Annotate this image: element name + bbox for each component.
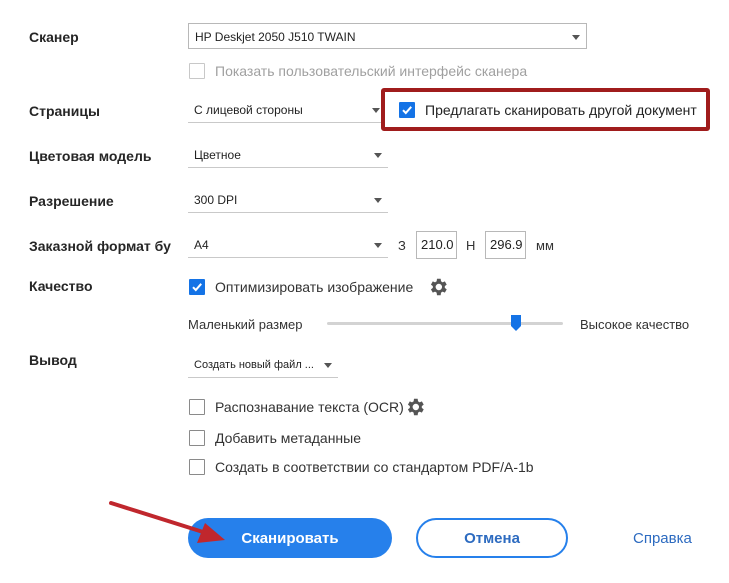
pages-select[interactable]: С лицевой стороны (188, 97, 383, 123)
quality-slider-thumb[interactable] (510, 315, 521, 331)
quality-slider-track[interactable] (327, 322, 563, 325)
prompt-another-document-label: Предлагать сканировать другой документ (425, 102, 697, 118)
metadata-label: Добавить метаданные (215, 430, 362, 446)
prompt-another-document-checkbox[interactable] (399, 102, 415, 118)
width-prefix: З (398, 238, 406, 253)
output-label: Вывод (29, 352, 77, 368)
scanner-label: Сканер (29, 29, 79, 45)
ocr-label: Распознавание текста (OCR) (215, 399, 404, 415)
chevron-down-icon (374, 153, 382, 158)
help-link[interactable]: Справка (633, 530, 692, 547)
annotation-arrow-icon (109, 501, 225, 543)
scanner-select[interactable]: HP Deskjet 2050 J510 TWAIN (188, 23, 587, 49)
show-scanner-ui-label: Показать пользовательский интерфейс скан… (215, 63, 528, 79)
optimize-image-label: Оптимизировать изображение (215, 279, 414, 295)
scanner-value: HP Deskjet 2050 J510 TWAIN (195, 30, 356, 44)
optimize-image-checkbox[interactable] (189, 279, 205, 295)
pdfa-label: Создать в соответствии со стандартом PDF… (215, 459, 534, 475)
checkmark-icon (402, 106, 412, 115)
resolution-label: Разрешение (29, 193, 114, 209)
gear-icon[interactable] (404, 396, 426, 418)
color-model-label: Цветовая модель (29, 148, 152, 164)
color-model-value: Цветное (194, 148, 241, 162)
chevron-down-icon (572, 35, 580, 40)
custom-size-value: A4 (194, 238, 209, 252)
ocr-checkbox[interactable] (189, 399, 205, 415)
chevron-down-icon (374, 243, 382, 248)
resolution-value: 300 DPI (194, 193, 238, 207)
height-input[interactable]: 296.9 (485, 231, 526, 259)
cancel-button[interactable]: Отмена (416, 518, 568, 558)
custom-size-label: Заказной формат бу (29, 238, 171, 254)
unit-label: мм (536, 238, 554, 253)
chevron-down-icon (324, 363, 332, 368)
output-select[interactable]: Создать новый файл ... (188, 352, 338, 378)
output-value: Создать новый файл ... (194, 359, 314, 371)
slider-max-label: Высокое качество (580, 317, 690, 332)
color-model-select[interactable]: Цветное (188, 142, 388, 168)
resolution-select[interactable]: 300 DPI (188, 187, 388, 213)
pages-value: С лицевой стороны (194, 103, 303, 117)
quality-label: Качество (29, 278, 93, 294)
gear-icon[interactable] (427, 276, 449, 298)
metadata-checkbox[interactable] (189, 430, 205, 446)
checkmark-icon (192, 283, 202, 292)
custom-size-select[interactable]: A4 (188, 232, 388, 258)
pdfa-checkbox[interactable] (189, 459, 205, 475)
slider-min-label: Маленький размер (188, 317, 303, 332)
width-input[interactable]: 210.0 (416, 231, 457, 259)
height-prefix: Н (466, 238, 476, 253)
show-scanner-ui-checkbox[interactable] (189, 63, 205, 79)
chevron-down-icon (372, 108, 380, 113)
chevron-down-icon (374, 198, 382, 203)
pages-label: Страницы (29, 103, 100, 119)
